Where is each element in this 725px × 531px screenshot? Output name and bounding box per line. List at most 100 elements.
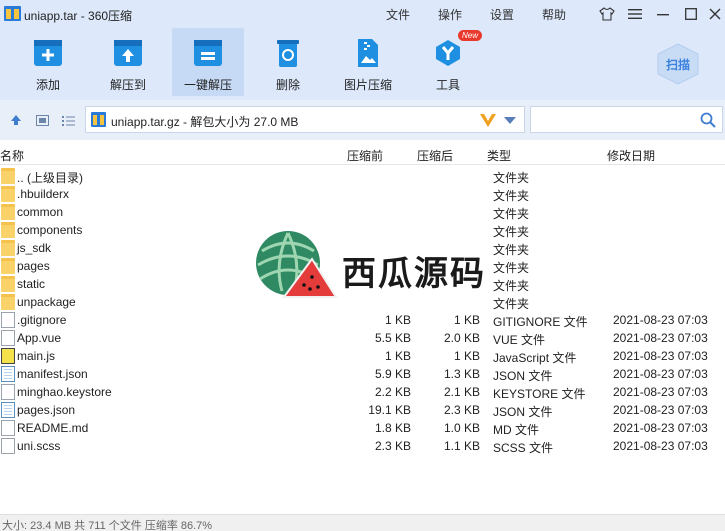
file-name: .hbuilderx — [17, 187, 70, 201]
file-packed-size: 1.0 KB — [443, 421, 480, 435]
file-name: uni.scss — [17, 439, 61, 453]
menu-operate[interactable]: 操作 — [438, 6, 462, 23]
menu-help[interactable]: 帮助 — [542, 6, 566, 23]
file-packed-size: 1.3 KB — [443, 367, 480, 381]
extract-to-button[interactable]: 解压到 — [92, 28, 164, 96]
add-button[interactable]: 添加 — [12, 28, 84, 96]
file-type: 文件夹 — [493, 297, 530, 311]
minimize-icon[interactable] — [654, 5, 672, 23]
scan-button[interactable]: 扫描 — [654, 42, 702, 86]
file-type: JavaScript 文件 — [493, 351, 577, 365]
search-icon[interactable] — [700, 112, 716, 128]
file-name: minghao.keystore — [17, 385, 112, 399]
file-icon — [1, 330, 15, 346]
file-name: pages.json — [17, 403, 76, 417]
folder-icon — [1, 186, 15, 202]
file-icon — [1, 384, 15, 400]
json-file-icon — [1, 402, 15, 418]
toolbar: 添加 解压到 一键解压 删除 图片压缩 New 工具 扫描 — [0, 28, 725, 100]
file-icon — [1, 420, 15, 436]
file-name: manifest.json — [17, 367, 88, 381]
file-type: 文件夹 — [493, 225, 530, 239]
file-type: 文件夹 — [493, 243, 530, 257]
delete-button[interactable]: 删除 — [252, 28, 324, 96]
file-type: KEYSTORE 文件 — [493, 387, 586, 401]
file-name: common — [17, 205, 64, 219]
file-modified: 2021-08-23 07:03 — [613, 439, 708, 453]
thumbnail-view-icon[interactable] — [34, 112, 50, 128]
new-badge: New — [458, 30, 483, 41]
file-packed-size: 2.3 KB — [443, 403, 480, 417]
file-packed-size: 1 KB — [453, 349, 480, 363]
menu-file[interactable]: 文件 — [386, 6, 410, 23]
one-click-extract-icon — [191, 38, 225, 68]
file-row[interactable]: common 文件夹 — [0, 203, 725, 221]
file-name: unpackage — [17, 295, 76, 309]
file-row[interactable]: main.js 1 KB 1 KB JavaScript 文件 2021-08-23 0… — [0, 347, 725, 365]
folder-icon — [1, 222, 15, 238]
file-modified: 2021-08-23 07:03 — [613, 421, 708, 435]
file-name: components — [17, 223, 83, 237]
close-icon[interactable] — [706, 5, 724, 23]
file-packed-size: 1.1 KB — [443, 439, 480, 453]
address-path: uniapp.tar.gz - 解包大小为 27.0 MB — [111, 115, 299, 129]
file-row[interactable]: App.vue 5.5 KB 2.0 KB VUE 文件 2021-08-23 07:0… — [0, 329, 725, 347]
address-bar[interactable]: uniapp.tar.gz - 解包大小为 27.0 MB — [85, 106, 525, 133]
v-logo-icon[interactable] — [478, 110, 498, 130]
file-modified: 2021-08-23 07:03 — [613, 313, 708, 327]
file-name: static — [17, 277, 46, 291]
file-row[interactable]: .hbuilderx 文件夹 — [0, 185, 725, 203]
image-compress-button[interactable]: 图片压缩 — [332, 28, 404, 96]
scan-label: 扫描 — [666, 57, 690, 72]
maximize-icon[interactable] — [682, 5, 700, 23]
file-type: VUE 文件 — [493, 333, 546, 347]
search-input[interactable] — [530, 106, 723, 133]
recycle-bin-icon — [271, 38, 305, 68]
address-dropdown-icon[interactable] — [504, 117, 516, 124]
file-row[interactable]: .. (上级目录) 文件夹 — [0, 167, 725, 185]
file-row[interactable]: uni.scss 2.3 KB 1.1 KB SCSS 文件 2021-08-23 07… — [0, 437, 725, 455]
file-row[interactable]: manifest.json 5.9 KB 1.3 KB JSON 文件 2021-08-… — [0, 365, 725, 383]
delete-label: 删除 — [275, 78, 300, 92]
file-type: 文件夹 — [493, 261, 530, 275]
column-header: 名称 压缩前 压缩后 类型 修改日期 — [0, 143, 725, 165]
title-bar: uniapp.tar - 360压缩 文件 操作 设置 帮助 — [0, 0, 725, 28]
menu-list-icon[interactable] — [626, 5, 644, 23]
archive-file-icon — [91, 112, 106, 127]
file-size: 2.3 KB — [374, 439, 411, 453]
archive-app-icon — [4, 6, 21, 21]
tools-button[interactable]: New 工具 — [412, 28, 484, 96]
file-type: 文件夹 — [493, 207, 530, 221]
file-modified: 2021-08-23 07:03 — [613, 349, 708, 363]
tools-icon — [431, 38, 465, 68]
file-row[interactable]: README.md 1.8 KB 1.0 KB MD 文件 2021-08-23 07:… — [0, 419, 725, 437]
extract-to-label: 解压到 — [109, 78, 146, 92]
file-row[interactable]: minghao.keystore 2.2 KB 2.1 KB KEYSTORE 文件 2… — [0, 383, 725, 401]
up-arrow-icon[interactable] — [8, 112, 24, 128]
file-type: MD 文件 — [493, 423, 539, 437]
file-type: JSON 文件 — [493, 405, 553, 419]
file-row[interactable]: .gitignore 1 KB 1 KB GITIGNORE 文件 2021-08-23… — [0, 311, 725, 329]
file-icon — [1, 312, 15, 328]
file-name: .. (上级目录) — [17, 171, 83, 185]
one-click-extract-button[interactable]: 一键解压 — [172, 28, 244, 96]
list-view-icon[interactable] — [60, 112, 76, 128]
skin-shirt-icon[interactable] — [598, 5, 616, 23]
one-click-extract-label: 一键解压 — [183, 78, 232, 92]
column-modified[interactable]: 修改日期 — [607, 147, 655, 164]
file-row[interactable]: pages.json 19.1 KB 2.3 KB JSON 文件 2021-08-23… — [0, 401, 725, 419]
file-name: .gitignore — [17, 313, 67, 327]
file-type: 文件夹 — [493, 279, 530, 293]
extract-to-icon — [111, 38, 145, 68]
file-type: JSON 文件 — [493, 369, 553, 383]
file-name: App.vue — [17, 331, 62, 345]
column-type[interactable]: 类型 — [487, 147, 511, 164]
menu-settings[interactable]: 设置 — [490, 6, 514, 23]
file-modified: 2021-08-23 07:03 — [613, 331, 708, 345]
file-packed-size: 2.1 KB — [443, 385, 480, 399]
column-packed[interactable]: 压缩后 — [417, 147, 453, 164]
column-name[interactable]: 名称 — [0, 147, 24, 164]
file-packed-size: 2.0 KB — [443, 331, 480, 345]
folder-icon — [1, 204, 15, 220]
column-size[interactable]: 压缩前 — [347, 147, 383, 164]
